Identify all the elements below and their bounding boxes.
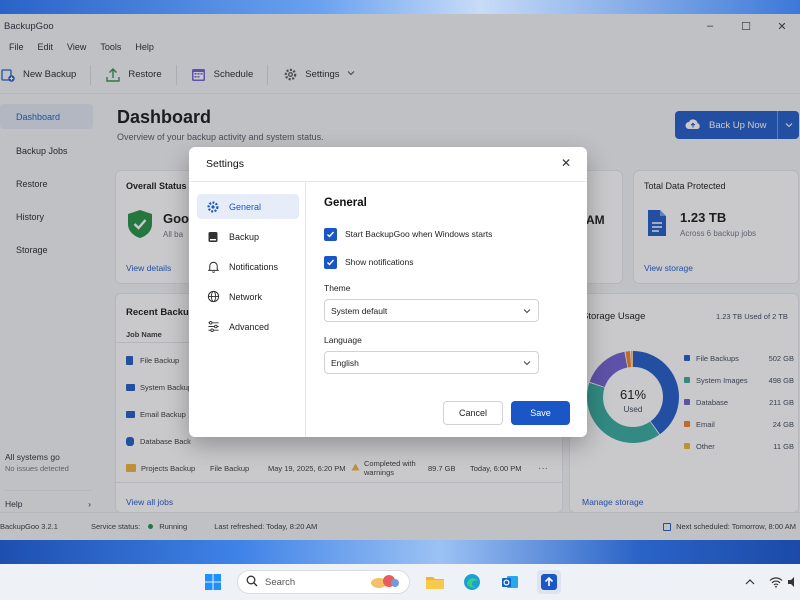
edge-browser-icon[interactable] [460, 570, 484, 594]
settings-nav-label: Backup [229, 231, 260, 242]
volume-icon[interactable] [786, 570, 800, 594]
app-window: BackupGoo – ☐ ✕ File Edit View Tools Hel… [0, 14, 800, 540]
settings-nav-label: Advanced [229, 321, 270, 332]
settings-nav-label: General [229, 201, 262, 212]
settings-section-title: General [324, 197, 367, 209]
outlook-icon[interactable] [498, 570, 522, 594]
taskbar: Search [0, 564, 800, 600]
windows-start-icon[interactable] [201, 570, 225, 594]
show-notifications-label: Show notifications [345, 257, 414, 267]
language-value: English [331, 357, 359, 368]
desktop-wallpaper-top [0, 0, 800, 14]
search-icon [246, 575, 258, 590]
settings-nav-label: Network [229, 291, 263, 302]
settings-nav-notifications[interactable]: Notifications [197, 254, 299, 279]
gear-icon [206, 200, 220, 214]
settings-nav: General Backup Notifications Network Adv… [189, 182, 306, 437]
settings-nav-backup[interactable]: Backup [197, 224, 299, 249]
settings-nav-network[interactable]: Network [197, 284, 299, 309]
sliders-icon [206, 320, 220, 334]
start-on-boot-option[interactable]: Start BackupGoo when Windows starts [324, 227, 492, 241]
settings-dialog: Settings ✕ General Backup Notifications [189, 147, 587, 437]
chevron-down-icon [516, 359, 538, 367]
theme-label: Theme [324, 283, 351, 293]
chevron-down-icon [516, 307, 538, 315]
show-notifications-checkbox[interactable] [324, 255, 337, 269]
search-placeholder: Search [265, 576, 296, 588]
theme-value: System default [331, 305, 388, 316]
settings-nav-advanced[interactable]: Advanced [197, 314, 299, 339]
file-explorer-icon[interactable] [423, 570, 447, 594]
cancel-button[interactable]: Cancel [443, 401, 503, 425]
wifi-icon[interactable] [764, 570, 788, 594]
dialog-title: Settings [206, 158, 244, 170]
start-on-boot-label: Start BackupGoo when Windows starts [345, 229, 493, 239]
search-highlight-icon [369, 573, 403, 592]
drive-icon [206, 230, 220, 244]
desktop-wallpaper-bottom [0, 540, 800, 564]
globe-icon [206, 290, 220, 304]
bell-icon [206, 260, 220, 274]
chevron-up-icon[interactable] [738, 570, 762, 594]
close-icon[interactable]: ✕ [559, 156, 573, 170]
show-notifications-option[interactable]: Show notifications [324, 255, 414, 269]
start-on-boot-checkbox[interactable] [324, 227, 337, 241]
theme-select[interactable]: System default [324, 299, 539, 322]
language-label: Language [324, 335, 362, 345]
settings-nav-general[interactable]: General [197, 194, 299, 219]
taskbar-search[interactable]: Search [237, 570, 410, 594]
language-select[interactable]: English [324, 351, 539, 374]
backupgoo-taskbar-icon[interactable] [537, 570, 561, 594]
settings-nav-label: Notifications [229, 261, 279, 272]
save-button[interactable]: Save [511, 401, 570, 425]
